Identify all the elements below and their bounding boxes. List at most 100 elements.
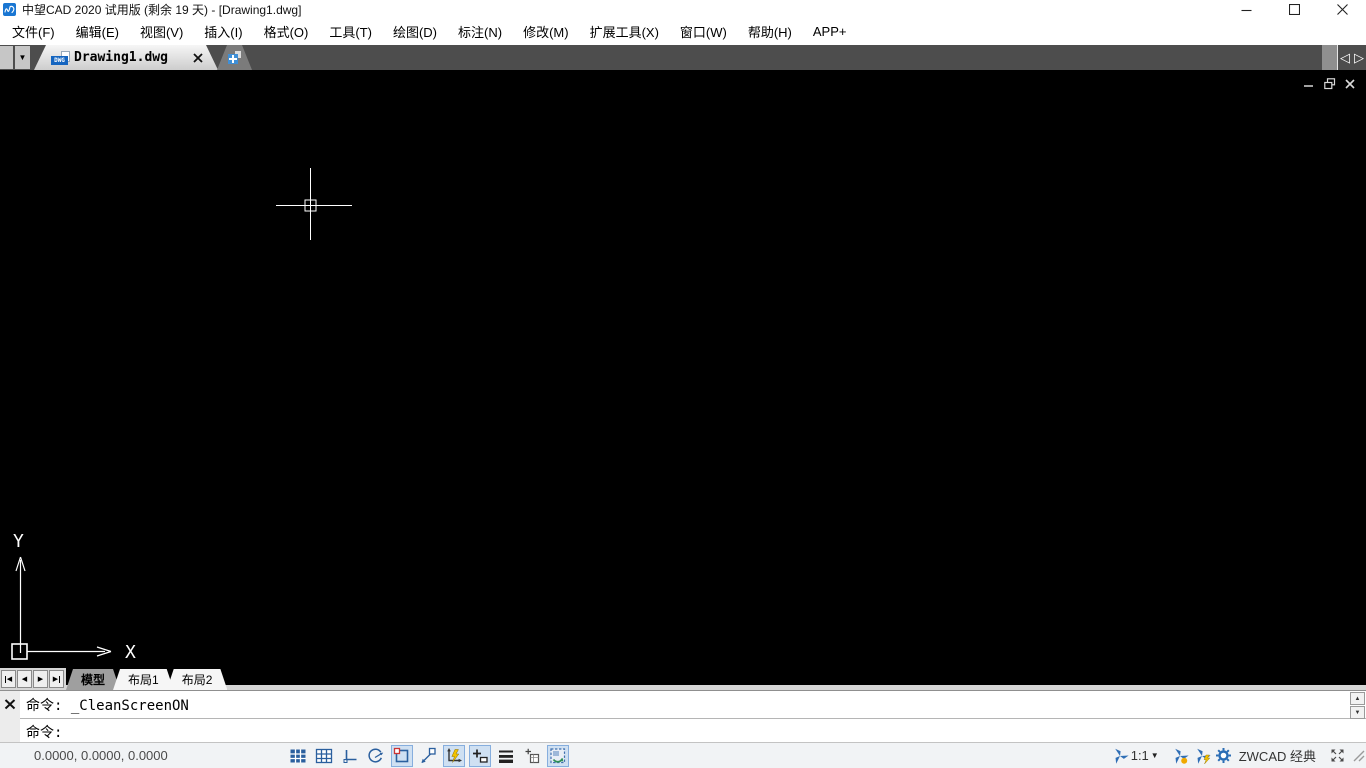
chevron-down-icon: ▼ bbox=[19, 53, 27, 62]
chevron-down-icon[interactable]: ▼ bbox=[1151, 751, 1159, 760]
command-prompt-input[interactable]: 命令: bbox=[20, 720, 1366, 743]
object-snap-toggle[interactable] bbox=[391, 745, 413, 767]
polar-tracking-toggle[interactable] bbox=[365, 745, 387, 767]
ortho-icon bbox=[341, 747, 359, 765]
tab-label: Drawing1.dwg bbox=[74, 50, 168, 65]
menu-express-tools[interactable]: 扩展工具(X) bbox=[582, 18, 667, 45]
quick-properties-toggle[interactable] bbox=[521, 745, 543, 767]
command-scrollbar: ▲ ▼ bbox=[1350, 692, 1365, 719]
menu-insert[interactable]: 插入(I) bbox=[196, 18, 250, 45]
tab-scroll-right-icon[interactable]: ▷ bbox=[1352, 45, 1366, 70]
svg-text:X: X bbox=[125, 642, 136, 663]
zwcad-window: 中望CAD 2020 试用版 (剩余 19 天) - [Drawing1.dwg… bbox=[0, 0, 1366, 768]
tab-list-dropdown-button[interactable]: ▼ bbox=[15, 46, 30, 69]
scroll-down-icon[interactable]: ▼ bbox=[1350, 706, 1365, 719]
document-window-controls bbox=[1302, 77, 1357, 90]
menu-file[interactable]: 文件(F) bbox=[4, 18, 63, 45]
tab-model[interactable]: 模型 bbox=[66, 669, 120, 690]
layout-first-button[interactable]: ◀ bbox=[1, 670, 16, 688]
tab-layout1[interactable]: 布局1 bbox=[113, 669, 174, 690]
command-line-panel: 命令: _CleanScreenON ▲ ▼ 命令: bbox=[0, 690, 1366, 742]
maximize-button[interactable] bbox=[1270, 0, 1318, 18]
fullscreen-button[interactable] bbox=[1326, 745, 1348, 767]
ucs-icon: Y X bbox=[6, 524, 146, 668]
minimize-button[interactable] bbox=[1222, 0, 1270, 18]
annotation-scale-button[interactable] bbox=[1109, 745, 1131, 767]
crosshair-cursor bbox=[276, 168, 356, 244]
grid-icon bbox=[315, 747, 333, 765]
auto-annotation-icon bbox=[1193, 747, 1211, 765]
ortho-toggle[interactable] bbox=[339, 745, 361, 767]
layout-next-button[interactable]: ▶ bbox=[33, 670, 48, 688]
tab-close-icon[interactable] bbox=[193, 53, 203, 63]
gear-icon bbox=[1215, 747, 1232, 764]
tab-layout2[interactable]: 布局2 bbox=[167, 669, 228, 690]
model-paper-switch-icon bbox=[549, 747, 567, 765]
lineweight-toggle[interactable] bbox=[495, 745, 517, 767]
annotation-visibility-button[interactable] bbox=[1169, 745, 1191, 767]
menu-tools[interactable]: 工具(T) bbox=[321, 18, 380, 45]
annotation-scale-icon bbox=[1111, 747, 1129, 765]
menu-view[interactable]: 视图(V) bbox=[132, 18, 191, 45]
status-bar: 0.0000, 0.0000, 0.0000 bbox=[0, 742, 1366, 768]
dwg-file-icon: DWG bbox=[51, 51, 70, 65]
svg-text:Y: Y bbox=[13, 531, 24, 552]
dynamic-ucs-toggle[interactable] bbox=[443, 745, 465, 767]
tab-scroll-left-icon[interactable]: ◁ bbox=[1338, 45, 1352, 70]
plus-icon bbox=[228, 51, 241, 64]
polar-tracking-icon bbox=[367, 747, 385, 765]
status-toggles bbox=[287, 743, 569, 768]
new-tab-button[interactable] bbox=[217, 45, 252, 70]
object-snap-tracking-toggle[interactable] bbox=[417, 745, 439, 767]
menu-dimension[interactable]: 标注(N) bbox=[450, 18, 510, 45]
title-bar: 中望CAD 2020 试用版 (剩余 19 天) - [Drawing1.dwg… bbox=[0, 0, 1366, 18]
object-snap-icon bbox=[393, 747, 411, 765]
dynamic-ucs-icon bbox=[445, 747, 463, 765]
menu-modify[interactable]: 修改(M) bbox=[515, 18, 577, 45]
menu-bar: 文件(F) 编辑(E) 视图(V) 插入(I) 格式(O) 工具(T) 绘图(D… bbox=[0, 18, 1366, 45]
layout-tab-row: ◀ ◀ ▶ ▶ 模型 布局1 布局2 bbox=[0, 668, 1366, 690]
doc-minimize-icon[interactable] bbox=[1302, 77, 1315, 90]
snap-icon bbox=[289, 747, 307, 765]
tab-scroll-controls: ◁ ▷ bbox=[1322, 45, 1366, 70]
coordinate-readout: 0.0000, 0.0000, 0.0000 bbox=[34, 743, 168, 768]
scroll-up-icon[interactable]: ▲ bbox=[1350, 692, 1365, 705]
model-paper-switch-toggle[interactable] bbox=[547, 745, 569, 767]
menu-format[interactable]: 格式(O) bbox=[256, 18, 317, 45]
zwcad-logo-icon bbox=[3, 3, 16, 16]
layout-last-button[interactable]: ▶ bbox=[49, 670, 64, 688]
command-close-icon[interactable] bbox=[4, 698, 16, 710]
lineweight-icon bbox=[497, 747, 515, 765]
menu-draw[interactable]: 绘图(D) bbox=[385, 18, 445, 45]
fullscreen-icon bbox=[1330, 748, 1345, 763]
window-title: 中望CAD 2020 试用版 (剩余 19 天) - [Drawing1.dwg… bbox=[22, 1, 301, 18]
annotation-scale-value[interactable]: 1:1 bbox=[1131, 748, 1149, 763]
document-tab-bar: ▼ DWG Drawing1.dwg ◁ ▷ bbox=[0, 45, 1366, 70]
grid-toggle[interactable] bbox=[313, 745, 335, 767]
snap-toggle[interactable] bbox=[287, 745, 309, 767]
menu-app-plus[interactable]: APP+ bbox=[805, 20, 855, 43]
object-snap-tracking-icon bbox=[419, 747, 437, 765]
command-history-line[interactable]: 命令: _CleanScreenON bbox=[20, 691, 1366, 719]
menu-help[interactable]: 帮助(H) bbox=[740, 18, 800, 45]
doc-close-icon[interactable] bbox=[1344, 77, 1357, 90]
drawing-canvas[interactable]: Y X bbox=[0, 70, 1366, 690]
dynamic-input-icon bbox=[471, 747, 489, 765]
workspace-label[interactable]: ZWCAD 经典 bbox=[1239, 746, 1316, 765]
tab-corner-button[interactable] bbox=[0, 46, 13, 69]
layout-nav-buttons: ◀ ◀ ▶ ▶ bbox=[0, 668, 66, 690]
auto-annotation-button[interactable] bbox=[1191, 745, 1213, 767]
tab-drawing1[interactable]: DWG Drawing1.dwg bbox=[34, 45, 218, 70]
menu-window[interactable]: 窗口(W) bbox=[672, 18, 735, 45]
window-controls bbox=[1222, 0, 1366, 18]
settings-button[interactable] bbox=[1213, 745, 1235, 767]
resize-grip[interactable] bbox=[1352, 749, 1365, 767]
status-right-cluster: 1:1 ▼ ZWCAD 经典 bbox=[1109, 743, 1348, 768]
close-button[interactable] bbox=[1318, 0, 1366, 18]
tab-scroll-spacer bbox=[1322, 45, 1338, 70]
layout-prev-button[interactable]: ◀ bbox=[17, 670, 32, 688]
doc-restore-icon[interactable] bbox=[1323, 77, 1336, 90]
menu-edit[interactable]: 编辑(E) bbox=[68, 18, 127, 45]
dynamic-input-toggle[interactable] bbox=[469, 745, 491, 767]
annotation-visibility-icon bbox=[1171, 747, 1189, 765]
